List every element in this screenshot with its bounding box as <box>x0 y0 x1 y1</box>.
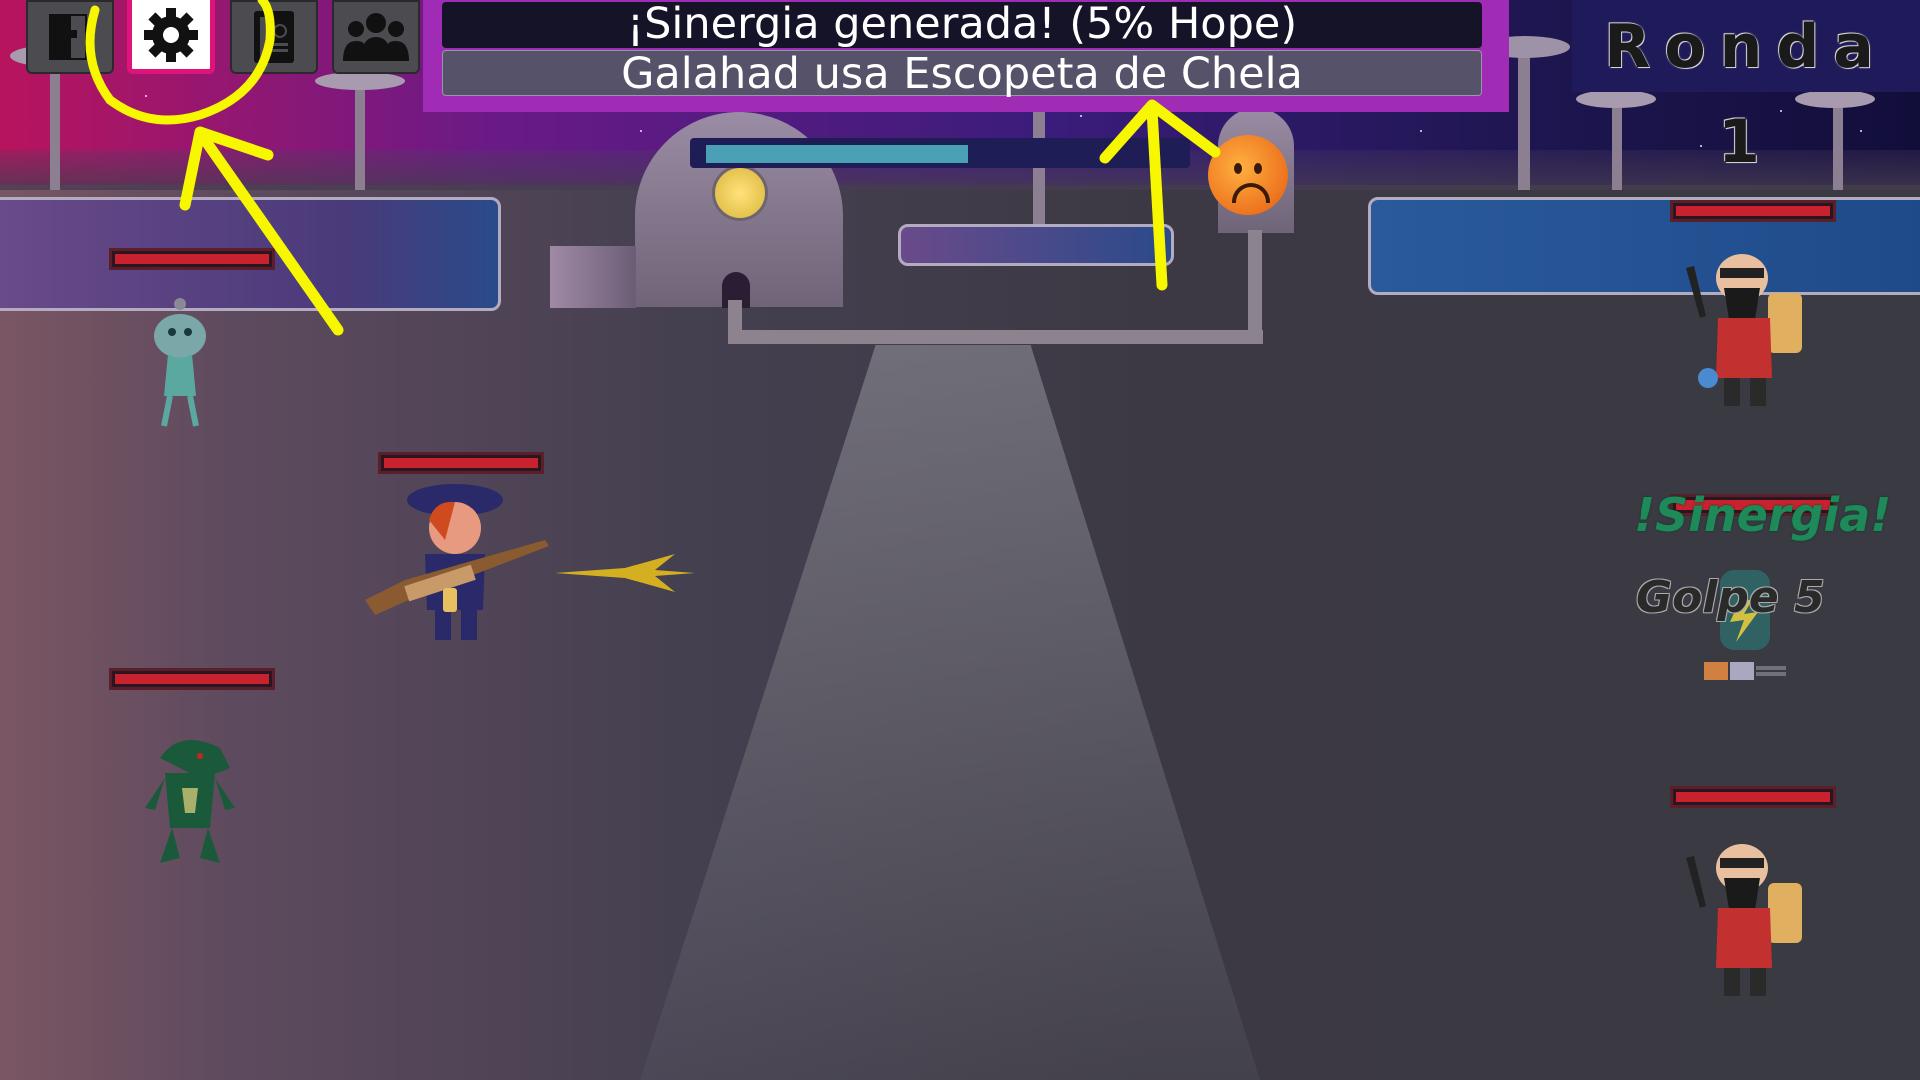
lizard-enemy[interactable] <box>140 728 240 868</box>
battle-log-line-1: ¡Sinergia generada! (5% Hope) <box>442 2 1482 48</box>
ally-health-bar <box>1670 786 1836 808</box>
round-indicator: Ronda 1 <box>1572 0 1920 177</box>
inventory-button[interactable] <box>230 0 318 74</box>
alien-enemy[interactable] <box>140 296 220 430</box>
moon-light <box>712 165 768 221</box>
settings-button[interactable] <box>127 0 215 74</box>
pipe-left <box>728 300 742 340</box>
player-health-bar <box>378 452 544 474</box>
bearded-ally[interactable] <box>1680 248 1810 408</box>
inventory-icon <box>254 11 294 63</box>
bearded-ally[interactable] <box>1680 838 1810 998</box>
book-button[interactable] <box>26 0 114 74</box>
galahad-player[interactable] <box>365 480 565 650</box>
right-window-panel <box>1368 197 1920 295</box>
synergy-text: !Sinergia! <box>1634 488 1892 542</box>
party-button[interactable] <box>332 0 420 74</box>
pipe-horizontal <box>728 330 1263 344</box>
party-icon <box>343 13 409 61</box>
ally-health-bar <box>1670 200 1836 222</box>
muzzle-flash <box>555 554 695 592</box>
gear-icon <box>144 7 198 62</box>
sad-face-icon <box>1208 135 1288 215</box>
enemy-health-bar <box>109 668 275 690</box>
pipe-right <box>1248 230 1262 340</box>
center-window-panel <box>898 224 1174 266</box>
battle-log-line-2: Galahad usa Escopeta de Chela <box>442 50 1482 97</box>
enemy-health-bar <box>109 248 275 270</box>
book-icon <box>49 14 87 60</box>
low-building <box>550 246 636 308</box>
hope-meter-fill <box>706 145 968 163</box>
damage-text: Golpe 5 <box>1636 572 1825 623</box>
